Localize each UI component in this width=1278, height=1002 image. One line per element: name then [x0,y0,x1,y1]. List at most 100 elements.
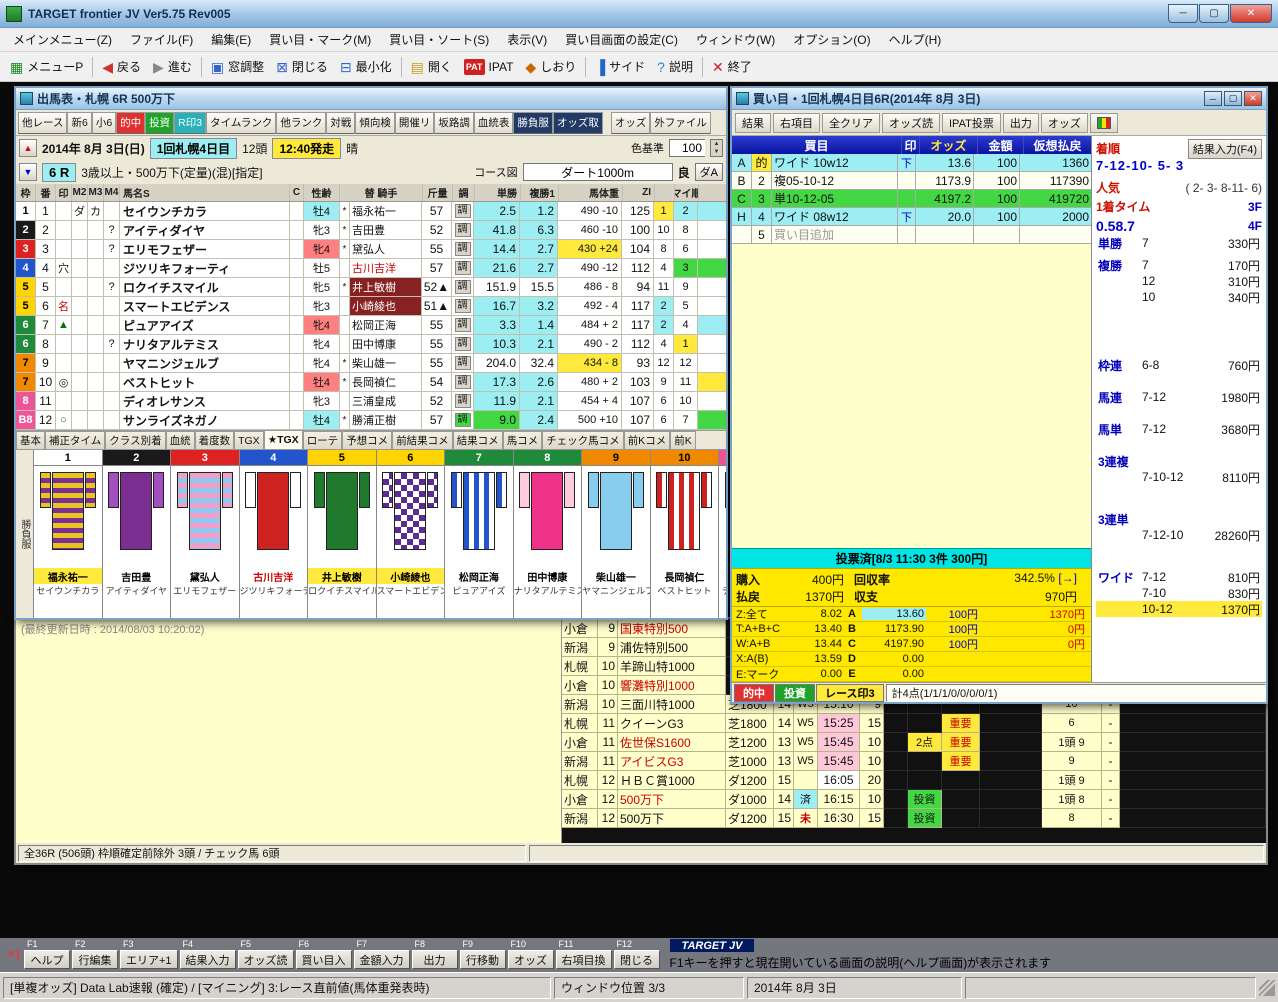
toolbar-button[interactable]: ⊠ 閉じる [270,54,334,80]
view-tab[interactable]: TGX [234,431,264,449]
race-tab[interactable]: 他レース [18,111,68,134]
bet-toolbar-button[interactable]: オッズ [1040,112,1088,133]
view-tab[interactable]: ローテ [302,431,343,449]
race-tab[interactable]: 勝負服 [513,111,553,134]
toolbar-button[interactable]: ▣ 窓調整 [205,54,270,80]
silks-vertical-tab[interactable]: 勝負服 [16,450,34,618]
toolbar-button[interactable]: ◆ しおり [519,54,582,80]
race-tab[interactable]: 小6 [91,111,117,134]
schedule-row[interactable]: 新潟 12 500万下 ダ1200 15 未 16:30 15 投資 8- [562,809,1266,828]
bet-toolbar-button[interactable]: オッズ読 [882,112,940,133]
color-base-input[interactable]: 100 [669,139,705,157]
view-tab[interactable]: ★TGX [263,431,303,449]
training-button[interactable]: 調 [454,318,471,332]
training-button[interactable]: 調 [454,299,471,313]
fkey-button[interactable]: 結果入力 [179,950,236,969]
toolbar-button[interactable]: ▐ サイド [589,54,651,80]
fkey-button[interactable]: 行移動 [459,950,506,969]
silk-cell[interactable]: 5 井上敏樹 ロクイチスマイル [308,450,377,618]
race-tab[interactable]: 他ランク [276,111,327,134]
race-tab[interactable]: 開催リ [394,111,435,134]
race-tab[interactable]: オッズ [610,111,651,134]
schedule-row[interactable]: 小倉 12 500万下 ダ1000 14 済 16:15 10 投資 1頭 8- [562,790,1266,809]
race-tab[interactable]: 対戦 [326,111,356,134]
view-tab[interactable]: 基本 [16,431,45,449]
schedule-row[interactable]: 小倉 11 佐世保S1600 芝1200 13 W5 15:45 10 2点 重要 1頭 9- [562,733,1266,752]
minimize-button[interactable]: ─ [1168,4,1198,23]
race-tab[interactable]: 血統表 [473,111,514,134]
silk-cell[interactable]: 9 柴山雄一 ヤマニンジェルブ [582,450,651,618]
race-tab[interactable]: R印3 [174,111,207,134]
horse-row[interactable]: B8 12 ○ サンライズネガノ 牡4 * 勝浦正樹 57 調 9.0 2.4 500 +10 107 6… [16,411,726,430]
menu-item[interactable]: オプション(O) [784,29,879,50]
silk-cell[interactable]: 7 松岡正海 ピュアアイズ [445,450,514,618]
rate-arrow-button[interactable]: [→] [1058,571,1077,585]
training-button[interactable]: 調 [454,337,471,351]
horse-row[interactable]: 4 4 穴ジツリキフォーティ 牡5 古川吉洋 57 調 21.6 2.7 490 -12 112 4 3 [16,259,726,278]
chart-icon-button[interactable] [1089,112,1118,133]
bet-maximize-button[interactable]: ▢ [1224,91,1242,106]
fkey-button[interactable]: ヘルプ [24,950,70,969]
bet-toolbar-button[interactable]: 右項目 [773,112,820,133]
race-tab[interactable]: タイムランク [206,111,277,134]
menu-item[interactable]: ウィンドウ(W) [687,29,784,50]
toolbar-button[interactable]: ◀ 戻る [96,54,147,80]
close-button[interactable]: ✕ [1230,4,1272,23]
training-button[interactable]: 調 [454,375,471,389]
fkeybar-close-icon[interactable]: ✕| [4,939,22,969]
race-tab[interactable]: 傾向検 [355,111,395,134]
schedule-row[interactable]: 新潟 11 アイビスG3 芝1000 13 W5 15:45 10 重要 9- [562,752,1266,771]
horse-row[interactable]: 5 6 名スマートエビデンス 牝3 小崎綾也 51▲ 調 16.7 3.2 492 - 4 117 2… [16,297,726,316]
horse-row[interactable]: 8 11 ディオレサンス 牝3 三浦皇成 52 調 11.9 2.1 454 + 4 107 6 10 [16,392,726,411]
silk-cell[interactable]: 8 田中博康 ナリタアルテミス [513,450,583,618]
bet-tab[interactable]: 的中 [734,683,774,702]
fkey-button[interactable]: オッズ [507,950,554,969]
horse-row[interactable]: 7 10 ◎ ベストヒット 牡4 * 長岡禎仁 54 調 17.3 2.6 480 + 2 103 9 11 [16,373,726,392]
bet-close-button[interactable]: ✕ [1244,91,1262,106]
fkey-button[interactable]: 買い目入 [295,950,352,969]
fkey-button[interactable]: 金額入力 [353,950,410,969]
toolbar-button[interactable]: ▦ メニューP [4,54,89,80]
color-base-spinner[interactable]: ▲ ▼ [710,139,723,157]
view-tab[interactable]: チェック馬コメ [542,431,624,449]
bet-toolbar-button[interactable]: IPAT投票 [942,112,1001,133]
silk-cell[interactable]: 10 長岡禎仁 ベストヒット [650,450,720,618]
race-tab[interactable]: 坂路調 [434,111,474,134]
horse-row[interactable]: 7 9 ヤマニンジェルブ 牝4 * 柴山雄一 55 調 204.0 32.4 434 - 8 93 12… [16,354,726,373]
menu-item[interactable]: 編集(E) [202,29,260,50]
maximize-button[interactable]: ▢ [1199,4,1229,23]
silk-cell[interactable]: 6 小崎綾也スマートエビデンス [376,450,446,618]
course-select[interactable]: ダート1000m [522,163,673,181]
bet-row[interactable]: 5 買い目追加 [732,226,1091,244]
fkey-button[interactable]: エリア+1 [120,950,178,969]
training-button[interactable]: 調 [454,261,471,275]
view-tab[interactable]: 着度数 [194,431,235,449]
silk-cell[interactable]: 1 福永祐一 セイウンチカラ [34,450,103,618]
menu-item[interactable]: ヘルプ(H) [880,29,951,50]
next-race-button[interactable]: ▼ [19,163,37,181]
view-tab[interactable]: 補正タイム [45,431,106,449]
view-tab[interactable]: 予想コメ [342,431,393,449]
training-button[interactable]: 調 [454,223,471,237]
bet-tab[interactable]: 投資 [775,683,815,702]
silk-cell[interactable]: 2 吉田豊 アイティダイヤ [102,450,172,618]
bet-titlebar[interactable]: 買い目・1回札幌4日目6R(2014年 8月 3日) ─ ▢ ✕ [732,88,1266,110]
bet-row[interactable]: B 2 複05-10-12 1173.9 100 117390 [732,172,1091,190]
prev-race-button[interactable]: ▲ [19,139,37,157]
training-button[interactable]: 調 [454,204,471,218]
view-tab[interactable]: 血統 [165,431,195,449]
toolbar-button[interactable]: ? 説明 [651,54,699,80]
f4-button[interactable]: 4F [1248,219,1262,233]
fkey-button[interactable]: 右項目換 [555,950,612,969]
training-button[interactable]: 調 [454,280,471,294]
bet-toolbar-button[interactable]: 結果 [735,112,771,133]
training-button[interactable]: 調 [454,413,471,427]
main-titlebar[interactable]: TARGET frontier JV Ver5.75 Rev005 ─ ▢ ✕ [0,0,1278,28]
fkey-button[interactable]: 閉じる [613,950,660,969]
training-button[interactable]: 調 [454,242,471,256]
view-tab[interactable]: 前結果コメ [392,431,453,449]
fkey-button[interactable]: 出力 [411,950,458,969]
toolbar-button[interactable]: ⊟ 最小化 [334,54,398,80]
race-tab[interactable]: 的中 [116,111,146,134]
bet-row[interactable]: C 3 単10-12-05 4197.2 100 419720 [732,190,1091,208]
